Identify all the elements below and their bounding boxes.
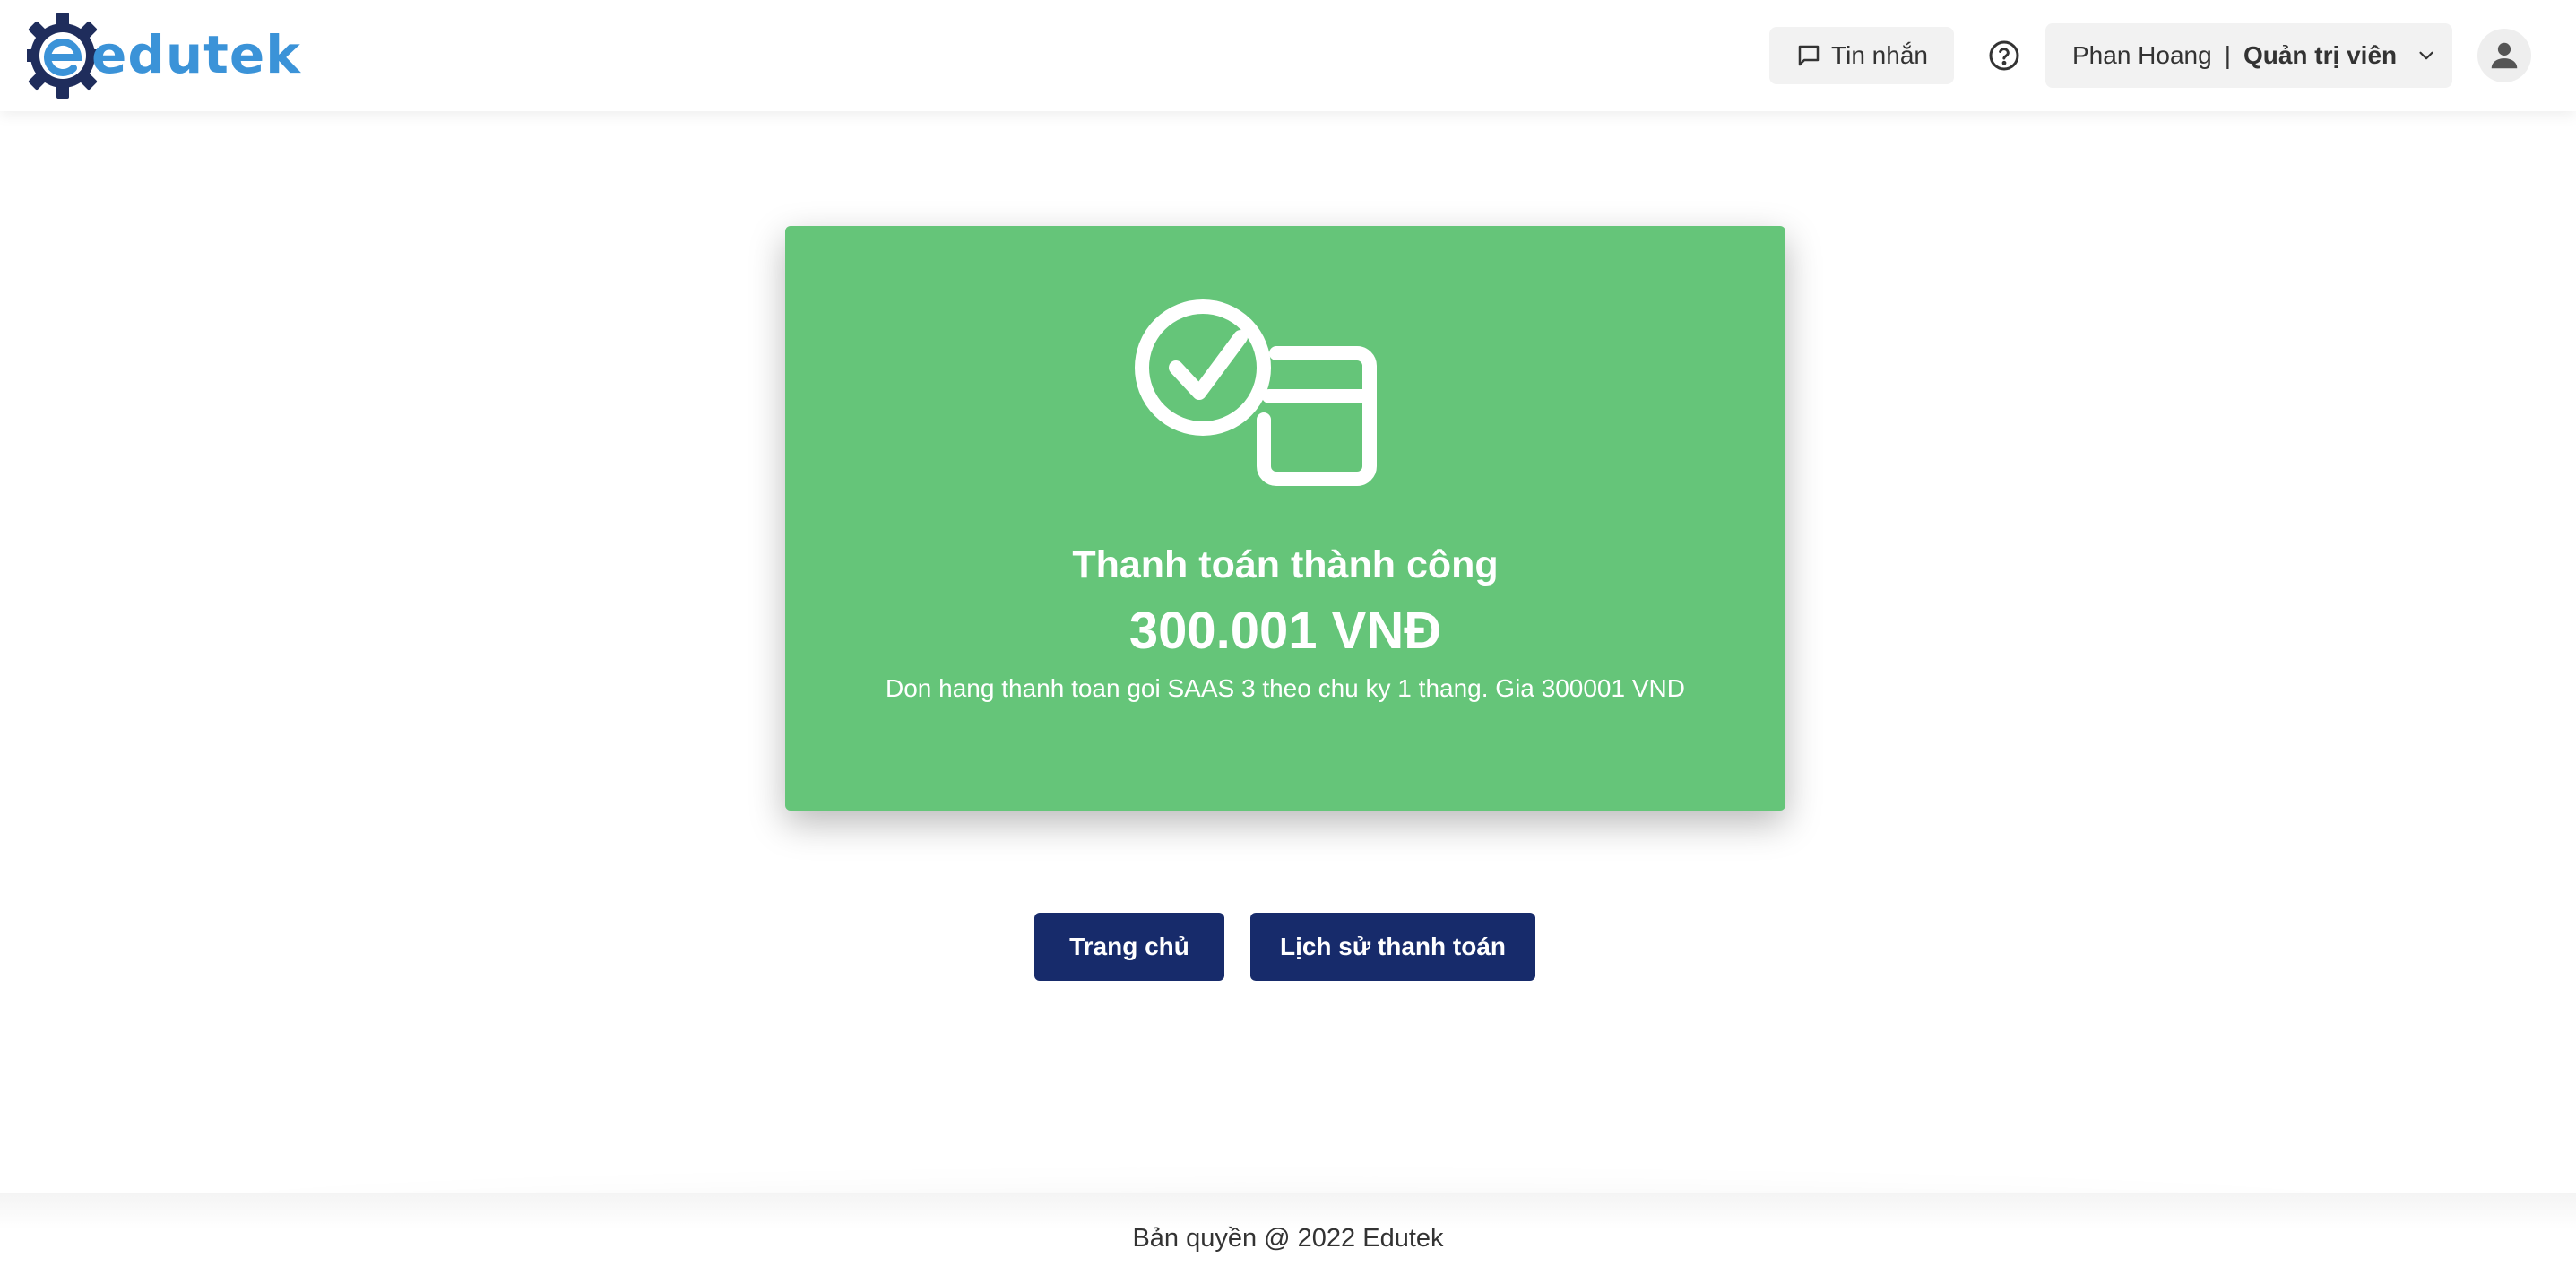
edutek-logo[interactable]: edutek (27, 11, 301, 100)
card-check-icon (1135, 299, 1377, 486)
user-name: Phan Hoang (2072, 41, 2212, 69)
payment-history-button[interactable]: Lịch sử thanh toán (1250, 913, 1535, 981)
avatar[interactable] (2477, 29, 2531, 82)
user-separator: | (2224, 41, 2231, 69)
home-button[interactable]: Trang chủ (1034, 913, 1224, 981)
user-role: Quản trị viên (2243, 41, 2398, 69)
payment-success-card: Thanh toán thành công 300.001 VNĐ Don ha… (785, 226, 1785, 811)
messages-button[interactable]: Tin nhắn (1769, 27, 1954, 84)
copyright-text: Bản quyền @ 2022 Edutek (1132, 1223, 1444, 1253)
chevron-down-icon (2419, 51, 2433, 60)
footer: Bản quyền @ 2022 Edutek (0, 1193, 2576, 1284)
payment-title: Thanh toán thành công (1072, 543, 1499, 586)
help-circle-icon[interactable] (1988, 39, 2020, 72)
messages-label: Tin nhắn (1831, 41, 1928, 69)
person-icon (2491, 42, 2518, 69)
chat-bubble-icon (1798, 45, 1820, 66)
payment-amount: 300.001 VNĐ (1128, 602, 1442, 660)
top-header: edutek Tin nhắn Phan Hoang | Quản trị vi… (0, 0, 2576, 111)
gear-logo-icon (27, 13, 99, 99)
brand-name: edutek (91, 24, 301, 85)
user-menu-dropdown[interactable]: Phan Hoang | Quản trị viên (2045, 23, 2452, 88)
payment-description: Don hang thanh toan goi SAAS 3 theo chu … (886, 674, 1685, 702)
